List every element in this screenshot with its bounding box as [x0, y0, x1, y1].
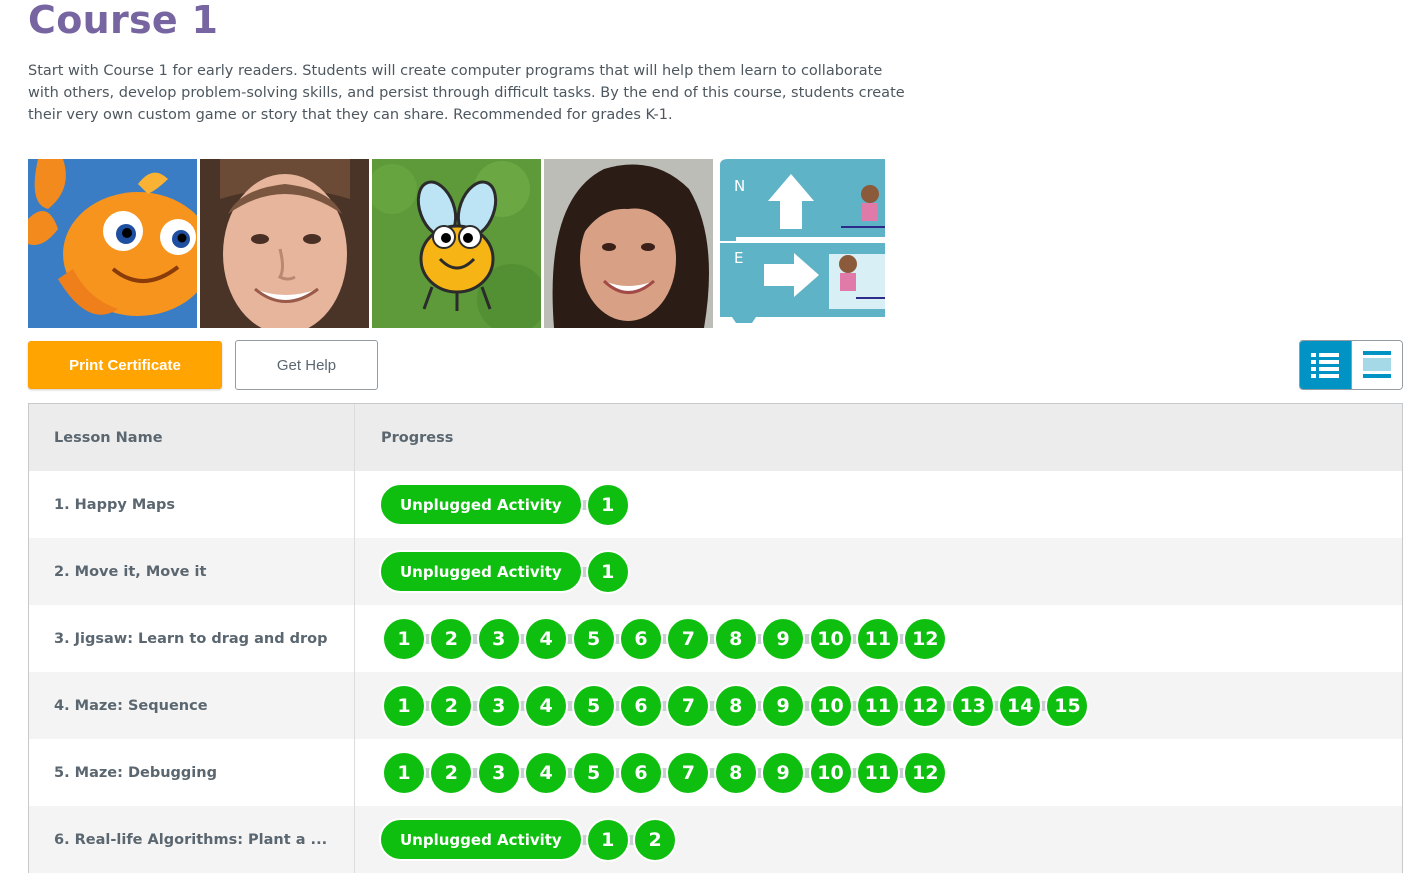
progress-bubbles: 1 2 3 4 5 6 7 8 9 10 11 12 — [382, 750, 951, 795]
level-bubble[interactable]: 4 — [524, 750, 569, 795]
level-bubble[interactable]: 12 — [903, 683, 948, 728]
level-bubble[interactable]: 12 — [903, 750, 948, 795]
lesson-name[interactable]: 2. Move it, Move it — [29, 538, 355, 605]
progress-bubbles: 1 2 3 4 5 6 7 8 9 10 11 12 — [382, 616, 951, 661]
view-toggle — [1299, 340, 1403, 390]
list-detail-icon — [1311, 353, 1340, 378]
level-bubble[interactable]: 2 — [429, 683, 474, 728]
table-row: 3. Jigsaw: Learn to drag and drop 1 2 3 4 5 6 7… — [29, 605, 1402, 672]
unplugged-arrows-image: N E — [716, 159, 885, 328]
unplugged-activity-bubble[interactable]: Unplugged Activity — [379, 818, 583, 861]
level-bubble[interactable]: 8 — [713, 683, 758, 728]
lesson-name-header: Lesson Name — [29, 404, 355, 471]
level-bubble[interactable]: 1 — [585, 817, 630, 862]
progress-bubbles: 1 2 3 4 5 6 7 8 9 10 11 12 13 14 15 — [382, 683, 1093, 728]
print-certificate-button[interactable]: Print Certificate — [28, 341, 222, 389]
level-bubble[interactable]: 9 — [761, 683, 806, 728]
level-bubble[interactable]: 5 — [571, 683, 616, 728]
level-bubble[interactable]: 11 — [855, 616, 900, 661]
summary-view-toggle[interactable] — [1350, 341, 1402, 389]
table-header-row: Lesson Name Progress — [29, 404, 1402, 471]
progress-bubbles: Unplugged Activity 1 — [379, 482, 633, 527]
lesson-name[interactable]: 1. Happy Maps — [29, 471, 355, 538]
level-bubble[interactable]: 6 — [618, 616, 663, 661]
level-bubble[interactable]: 6 — [618, 750, 663, 795]
svg-text:E: E — [734, 249, 743, 267]
level-bubble[interactable]: 14 — [998, 683, 1043, 728]
level-bubble[interactable]: 3 — [476, 683, 521, 728]
lesson-progress: Unplugged Activity 1 — [355, 538, 1402, 605]
level-bubble[interactable]: 13 — [950, 683, 995, 728]
lesson-progress-table: Lesson Name Progress 1. Happy Maps Unplug… — [28, 403, 1403, 873]
lesson-progress: Unplugged Activity 1 — [355, 471, 1402, 538]
level-bubble[interactable]: 2 — [633, 817, 678, 862]
level-bubble[interactable]: 15 — [1045, 683, 1090, 728]
level-bubble[interactable]: 9 — [761, 616, 806, 661]
level-bubble[interactable]: 7 — [666, 616, 711, 661]
level-bubble[interactable]: 1 — [585, 549, 630, 594]
course-title: Course 1 — [28, 0, 219, 42]
level-bubble[interactable]: 2 — [429, 616, 474, 661]
table-row: 4. Maze: Sequence 1 2 3 4 5 6 7 8 9 10 11 12 13 14 15 — [29, 672, 1402, 739]
level-bubble[interactable]: 1 — [585, 482, 630, 527]
unplugged-activity-bubble[interactable]: Unplugged Activity — [379, 483, 583, 526]
bee-character-image — [372, 159, 541, 328]
level-bubble[interactable]: 10 — [808, 683, 853, 728]
lesson-name[interactable]: 4. Maze: Sequence — [29, 672, 355, 739]
course-description: Start with Course 1 for early readers. S… — [28, 63, 905, 123]
list-summary-icon — [1362, 351, 1391, 378]
course-image-strip: N E — [28, 159, 888, 328]
progress-header: Progress — [381, 429, 454, 446]
level-bubble[interactable]: 8 — [713, 616, 758, 661]
level-bubble[interactable]: 10 — [808, 750, 853, 795]
get-help-button[interactable]: Get Help — [235, 340, 378, 390]
table-row: 2. Move it, Move it Unplugged Activity 1 — [29, 538, 1402, 605]
lesson-name[interactable]: 5. Maze: Debugging — [29, 739, 355, 806]
level-bubble[interactable]: 10 — [808, 616, 853, 661]
presenter-man-image — [200, 159, 369, 328]
flappy-fish-image — [28, 159, 197, 328]
progress-bubbles: Unplugged Activity 1 — [379, 549, 633, 594]
progress-bubbles: Unplugged Activity 1 2 — [379, 817, 681, 862]
lesson-name[interactable]: 6. Real-life Algorithms: Plant a ... — [29, 806, 355, 873]
unplugged-activity-bubble[interactable]: Unplugged Activity — [379, 550, 583, 593]
level-bubble[interactable]: 7 — [666, 750, 711, 795]
lesson-name[interactable]: 3. Jigsaw: Learn to drag and drop — [29, 605, 355, 672]
level-bubble[interactable]: 11 — [855, 683, 900, 728]
lesson-progress: 1 2 3 4 5 6 7 8 9 10 11 12 — [355, 739, 1402, 806]
level-bubble[interactable]: 3 — [476, 616, 521, 661]
level-bubble[interactable]: 4 — [524, 683, 569, 728]
level-bubble[interactable]: 11 — [855, 750, 900, 795]
level-bubble[interactable]: 9 — [761, 750, 806, 795]
level-bubble[interactable]: 3 — [476, 750, 521, 795]
level-bubble[interactable]: 7 — [666, 683, 711, 728]
level-bubble[interactable]: 1 — [382, 616, 426, 661]
level-bubble[interactable]: 6 — [618, 683, 663, 728]
level-bubble[interactable]: 4 — [524, 616, 569, 661]
level-bubble[interactable]: 1 — [382, 750, 426, 795]
presenter-woman-image — [544, 159, 713, 328]
level-bubble[interactable]: 2 — [429, 750, 474, 795]
level-bubble[interactable]: 8 — [713, 750, 758, 795]
table-row: 5. Maze: Debugging 1 2 3 4 5 6 7 8 9 10 11 12 — [29, 739, 1402, 806]
table-row: 1. Happy Maps Unplugged Activity 1 — [29, 471, 1402, 538]
level-bubble[interactable]: 5 — [571, 616, 616, 661]
level-bubble[interactable]: 12 — [903, 616, 948, 661]
level-bubble[interactable]: 5 — [571, 750, 616, 795]
level-bubble[interactable]: 1 — [382, 683, 426, 728]
svg-text:N: N — [734, 177, 745, 195]
lesson-progress: Unplugged Activity 1 2 — [355, 806, 1402, 873]
lesson-progress: 1 2 3 4 5 6 7 8 9 10 11 12 13 14 15 — [355, 672, 1402, 739]
lesson-progress: 1 2 3 4 5 6 7 8 9 10 11 12 — [355, 605, 1402, 672]
detail-view-toggle[interactable] — [1300, 341, 1351, 389]
table-row: 6. Real-life Algorithms: Plant a ... Unpl… — [29, 806, 1402, 873]
